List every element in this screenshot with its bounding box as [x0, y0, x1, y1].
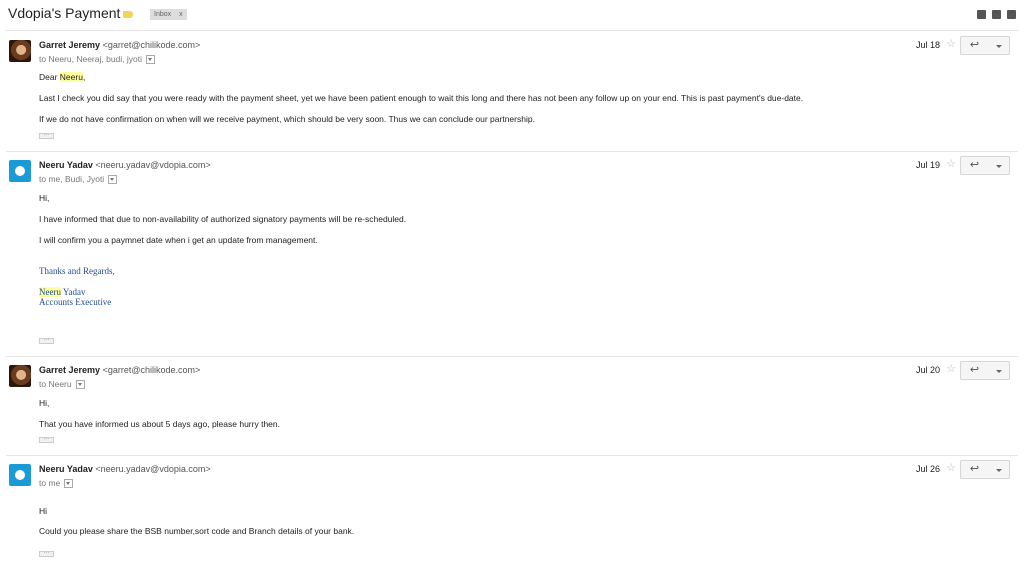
- reply-button[interactable]: ↩: [960, 361, 989, 380]
- star-icon[interactable]: ☆: [946, 364, 956, 375]
- inbox-label-chip[interactable]: Inbox x: [150, 9, 187, 20]
- show-details-icon[interactable]: [75, 380, 85, 390]
- reply-icon: ↩: [969, 364, 980, 376]
- more-actions-button[interactable]: [988, 460, 1010, 479]
- show-trimmed-content-button[interactable]: ···: [39, 132, 54, 139]
- remove-label-icon[interactable]: x: [179, 11, 183, 18]
- body-line: I will confirm you a paymnet date when i…: [39, 235, 318, 245]
- show-details-icon[interactable]: [108, 175, 118, 185]
- body-line: That you have informed us about 5 days a…: [39, 419, 280, 429]
- body-line: Hi: [39, 506, 48, 516]
- reply-button[interactable]: ↩: [960, 36, 989, 55]
- show-trimmed-content-button[interactable]: ···: [39, 550, 54, 557]
- reply-button[interactable]: ↩: [960, 156, 989, 175]
- divider: [6, 151, 1018, 152]
- recipients: to Neeru, Neeraj, budi, jyoti: [39, 54, 155, 65]
- signature-closing: Thanks and Regards,: [39, 266, 115, 276]
- thread-actions: [977, 10, 1016, 19]
- message-date[interactable]: Jul 20: [916, 365, 940, 375]
- show-trimmed-content-button[interactable]: ···: [39, 436, 54, 443]
- message-date[interactable]: Jul 26: [916, 464, 940, 474]
- body-line: I have informed that due to non-availabi…: [39, 214, 407, 224]
- sender-name[interactable]: Garret Jeremy: [39, 365, 100, 375]
- divider: [6, 30, 1018, 31]
- avatar[interactable]: [9, 464, 31, 486]
- thread-subject: Vdopia's Payment: [8, 5, 121, 21]
- signature-last-name: Yadav: [61, 287, 86, 297]
- sender: Neeru Yadav <neeru.yadav@vdopia.com>: [39, 464, 211, 474]
- reply-icon: ↩: [969, 39, 980, 51]
- avatar[interactable]: [9, 160, 31, 182]
- message-date[interactable]: Jul 18: [916, 40, 940, 50]
- recipients: to me, Budi, Jyoti: [39, 174, 118, 185]
- expand-all-icon[interactable]: [977, 10, 986, 19]
- signature-name: Neeru Yadav: [39, 287, 86, 297]
- star-icon[interactable]: ☆: [946, 159, 956, 170]
- reply-button[interactable]: ↩: [960, 460, 989, 479]
- sender-name[interactable]: Neeru Yadav: [39, 464, 93, 474]
- show-details-icon[interactable]: [146, 55, 155, 65]
- recipients-text: to me, Budi, Jyoti: [39, 174, 105, 184]
- divider: [6, 356, 1018, 357]
- recipients-text: to me: [39, 478, 61, 488]
- sender-email: <neeru.yadav@vdopia.com>: [95, 160, 211, 170]
- signature-first-name: Neeru: [39, 287, 61, 297]
- label-tag-icon[interactable]: [123, 11, 133, 18]
- more-actions-button[interactable]: [988, 156, 1010, 175]
- reply-icon: ↩: [969, 159, 980, 171]
- recipients: to Neeru: [39, 379, 85, 390]
- message-date[interactable]: Jul 19: [916, 160, 940, 170]
- show-details-icon[interactable]: [64, 479, 74, 489]
- avatar[interactable]: [9, 365, 31, 387]
- body-line: Hi,: [39, 398, 50, 408]
- body-line: Could you please share the BSB number,so…: [39, 526, 355, 536]
- more-actions-button[interactable]: [988, 361, 1010, 380]
- greeting: Dear Neeru,: [39, 72, 85, 82]
- sender-email: <neeru.yadav@vdopia.com>: [95, 464, 211, 474]
- reply-icon: ↩: [969, 463, 980, 475]
- body-line: Last I check you did say that you were r…: [39, 93, 804, 103]
- body-line: If we do not have confirmation on when w…: [39, 114, 535, 124]
- greeting-name: Neeru: [59, 72, 83, 82]
- sender: Garret Jeremy <garret@chilikode.com>: [39, 40, 200, 50]
- body-line: Hi,: [39, 193, 50, 203]
- inbox-label-text: Inbox: [154, 11, 172, 18]
- sender-name[interactable]: Garret Jeremy: [39, 40, 100, 50]
- recipients-text: to Neeru, Neeraj, budi, jyoti: [39, 54, 142, 64]
- sender: Garret Jeremy <garret@chilikode.com>: [39, 365, 200, 375]
- avatar[interactable]: [9, 40, 31, 62]
- signature-title: Accounts Executive: [39, 297, 112, 307]
- print-icon[interactable]: [992, 10, 1001, 19]
- more-actions-button[interactable]: [988, 36, 1010, 55]
- star-icon[interactable]: ☆: [946, 39, 956, 50]
- sender-email: <garret@chilikode.com>: [102, 40, 201, 50]
- recipients: to me: [39, 478, 74, 489]
- divider: [6, 455, 1018, 456]
- show-trimmed-content-button[interactable]: ···: [39, 337, 54, 344]
- new-window-icon[interactable]: [1007, 10, 1016, 19]
- sender-name[interactable]: Neeru Yadav: [39, 160, 93, 170]
- sender-email: <garret@chilikode.com>: [102, 365, 201, 375]
- sender: Neeru Yadav <neeru.yadav@vdopia.com>: [39, 160, 211, 170]
- thread-header: Vdopia's Payment Inbox x: [0, 0, 1024, 30]
- star-icon[interactable]: ☆: [946, 463, 956, 474]
- greeting-prefix: Dear: [39, 72, 60, 82]
- recipients-text: to Neeru: [39, 379, 72, 389]
- greeting-suffix: ,: [82, 72, 86, 82]
